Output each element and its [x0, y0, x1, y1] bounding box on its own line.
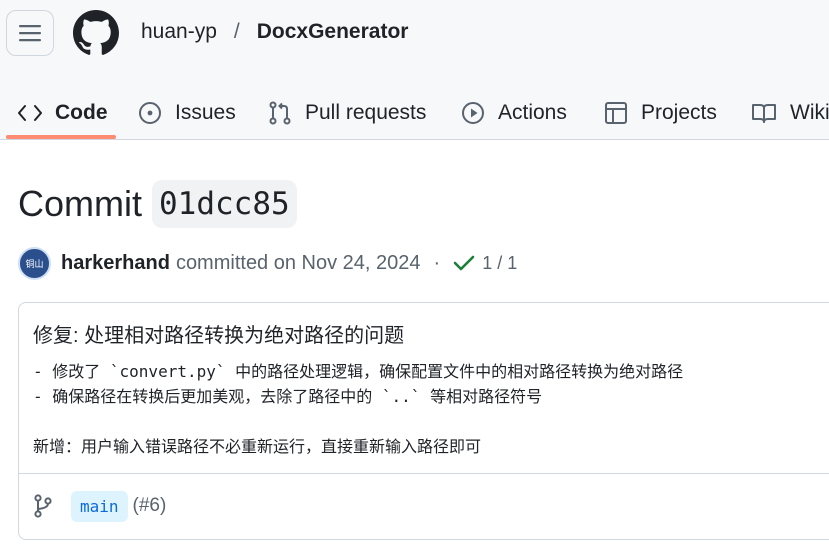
issue-opened-icon [139, 102, 161, 124]
tab-code[interactable]: Code [18, 88, 108, 138]
repo-breadcrumb: huan-yp / DocxGenerator [141, 20, 408, 44]
book-icon [752, 104, 776, 123]
breadcrumb-separator: / [233, 20, 240, 43]
table-icon [605, 102, 627, 124]
tab-issues[interactable]: Issues [138, 88, 236, 138]
tab-actions[interactable]: Actions [461, 88, 567, 138]
tab-label: Code [55, 101, 108, 124]
repo-name-link[interactable]: DocxGenerator [257, 20, 409, 44]
tab-label: Wiki [790, 101, 829, 124]
checks-count: 1 / 1 [482, 252, 518, 273]
hamburger-icon [19, 25, 41, 42]
commit-sha[interactable]: 01dcc85 [152, 180, 297, 228]
play-icon [462, 102, 484, 124]
menu-button[interactable] [6, 10, 54, 56]
separator-dot: · [433, 251, 441, 274]
repo-nav-tabs: Code Issues Pull requests Actions Projec… [0, 88, 829, 140]
git-branch-icon [34, 494, 52, 518]
divider [19, 473, 829, 474]
branch-link[interactable]: main [71, 490, 128, 522]
commit-heading: Commit [18, 183, 142, 224]
code-icon [18, 105, 42, 121]
repo-header: huan-yp / DocxGenerator Code Issues Pull… [0, 0, 829, 140]
author-link[interactable]: harkerhand [61, 252, 170, 275]
check-icon [453, 255, 475, 271]
tab-projects[interactable]: Projects [604, 88, 717, 138]
tab-pull-requests[interactable]: Pull requests [268, 88, 426, 138]
tab-wiki[interactable]: Wiki [751, 88, 829, 138]
pull-request-ref[interactable]: (#6) [133, 495, 167, 517]
tab-label: Pull requests [305, 101, 427, 124]
page-title: Commit 01dcc85 [18, 180, 297, 228]
commit-author-line: 铜山 harkerhand committed on Nov 24, 2024 … [18, 246, 517, 280]
avatar[interactable]: 铜山 [18, 246, 51, 280]
commit-message-box: 修复: 处理相对路径转换为绝对路径的问题 - 修改了 `convert.py` … [18, 302, 829, 540]
commit-message-body: - 修改了 `convert.py` 中的路径处理逻辑，确保配置文件中的相对路径… [33, 362, 684, 456]
tab-label: Issues [175, 101, 236, 124]
repo-owner-link[interactable]: huan-yp [141, 20, 217, 44]
git-pull-request-icon [269, 101, 291, 125]
commit-message-title: 修复: 处理相对路径转换为绝对路径的问题 [33, 325, 405, 347]
branch-row: main (#6) [33, 489, 166, 523]
commit-date: committed on Nov 24, 2024 [175, 251, 421, 274]
github-logo-icon[interactable] [73, 10, 119, 56]
checks-status[interactable]: 1 / 1 [453, 253, 517, 274]
selected-tab-indicator [6, 135, 116, 139]
tab-label: Projects [641, 101, 717, 124]
tab-label: Actions [498, 101, 567, 124]
